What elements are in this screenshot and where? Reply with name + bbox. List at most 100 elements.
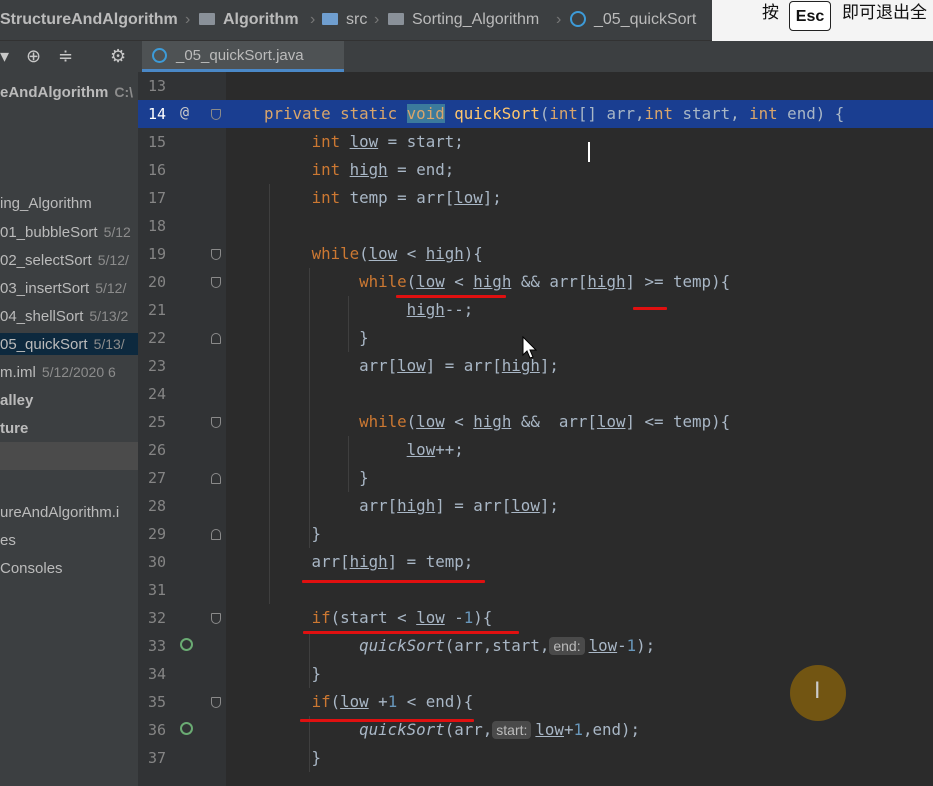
annotation-underline [396, 295, 506, 298]
code-line[interactable]: 32 if(start < low -1){ [138, 604, 933, 632]
breadcrumb-module[interactable]: Algorithm [223, 10, 299, 30]
line-number: 24 [147, 385, 166, 403]
code-line[interactable]: 30 arr[high] = temp; [138, 548, 933, 576]
fullscreen-exit-hint: 按 Esc 即可退出全 [712, 0, 933, 41]
tree-item-label: es [0, 532, 16, 549]
line-number: 19 [147, 245, 166, 263]
code-line-current[interactable]: 14 @ private static void quickSort(int[] a… [138, 100, 933, 128]
fold-end-icon[interactable] [211, 473, 221, 484]
line-number: 16 [147, 161, 166, 179]
override-marker-icon[interactable]: @ [180, 103, 189, 121]
tree-hover-row[interactable] [0, 442, 138, 470]
code-text: arr[high] = arr[low]; [264, 496, 559, 515]
breadcrumb-src[interactable]: src [346, 10, 367, 30]
fold-end-icon[interactable] [211, 529, 221, 540]
tree-item-date: 5/12/ [97, 252, 129, 268]
tree-item-date: 5/13/2 [89, 308, 129, 324]
line-number: 17 [147, 189, 166, 207]
breadcrumb-project[interactable]: StructureAndAlgorithm [0, 10, 178, 30]
recursive-call-icon[interactable] [180, 638, 193, 651]
code-editor[interactable]: _05_quickSort.java 13 14 @ private static … [138, 41, 933, 786]
line-number: 37 [147, 749, 166, 767]
code-line[interactable]: 31 [138, 576, 933, 604]
fold-icon[interactable] [211, 277, 221, 288]
code-line[interactable]: 26 low++; [138, 436, 933, 464]
recursive-call-icon[interactable] [180, 722, 193, 735]
tab-label: _05_quickSort.java [176, 47, 304, 64]
project-toolbar: ▾ ⊕ ≑ ⚙ [0, 41, 138, 71]
fold-icon[interactable] [211, 417, 221, 428]
code-text: if(start < low -1){ [311, 608, 493, 627]
code-line[interactable]: 20 while(low < high && arr[high] >= temp… [138, 268, 933, 296]
tree-item-quicksort[interactable]: 05_quickSort 5/13/ [0, 333, 138, 355]
breadcrumb-class[interactable]: _05_quickSort [594, 10, 696, 30]
param-hint-end: end: [549, 637, 585, 655]
code-line[interactable]: 21 high--; [138, 296, 933, 324]
module-folder-icon [199, 13, 215, 25]
code-text: int temp = arr[low]; [311, 188, 502, 207]
locate-target-icon[interactable]: ⊕ [26, 45, 41, 67]
tree-item-date: 5/12 [103, 224, 131, 240]
tree-item-external-libraries[interactable]: es [0, 530, 16, 552]
tree-item-bubblesort[interactable]: 01_bubbleSort 5/12 [0, 221, 131, 243]
tree-item-insertsort[interactable]: 03_insertSort 5/12/ [0, 277, 126, 299]
tree-item-shellsort[interactable]: 04_shellSort 5/13/2 [0, 305, 128, 327]
tree-item-label: alley [0, 392, 34, 409]
fold-icon[interactable] [211, 697, 221, 708]
code-line[interactable]: 24 [138, 380, 933, 408]
tree-item-selectsort[interactable]: 02_selectSort 5/12/ [0, 249, 129, 271]
text-cursor-icon: Ⅰ [814, 679, 821, 704]
param-hint-start: start: [492, 721, 532, 739]
tab-quicksort-java[interactable]: _05_quickSort.java [142, 41, 344, 72]
tree-item-project-iml[interactable]: ureAndAlgorithm.i [0, 502, 119, 524]
gear-icon[interactable]: ⚙ [110, 45, 126, 67]
code-text: while(low < high){ [311, 244, 483, 263]
fold-end-icon[interactable] [211, 333, 221, 344]
breadcrumb-package[interactable]: Sorting_Algorithm [412, 10, 539, 30]
code-text: quickSort(arr,start, end: low-1); [359, 636, 656, 655]
fold-icon[interactable] [211, 249, 221, 260]
tree-item-label: ing_Algorithm [0, 195, 92, 212]
code-line[interactable]: 16 int high = end; [138, 156, 933, 184]
line-number: 20 [147, 273, 166, 291]
chevron-right-icon: › [374, 11, 380, 28]
tree-item-iml[interactable]: m.iml 5/12/2020 6 [0, 361, 116, 383]
code-text: while(low < high && arr[low] <= temp){ [359, 412, 731, 431]
dropdown-arrow-icon[interactable]: ▾ [0, 45, 9, 67]
java-class-icon [152, 48, 167, 63]
collapse-all-icon[interactable]: ≑ [58, 45, 73, 67]
chevron-right-icon: › [310, 11, 316, 28]
code-text: } [264, 664, 322, 683]
line-number: 30 [147, 553, 166, 571]
code-line[interactable]: 19 while(low < high){ [138, 240, 933, 268]
code-text: while(low < high && arr[high] >= temp){ [359, 272, 731, 291]
annotation-underline [633, 307, 667, 310]
code-text: if(low +1 < end){ [311, 692, 474, 711]
fold-icon[interactable] [211, 109, 221, 120]
tree-root[interactable]: eAndAlgorithm C:\ [0, 81, 133, 103]
code-text: } [264, 328, 369, 347]
tree-item-structure[interactable]: ture [0, 418, 28, 440]
code-line[interactable]: 27 } [138, 464, 933, 492]
fold-icon[interactable] [211, 613, 221, 624]
code-line[interactable]: 37 } [138, 744, 933, 772]
cursor-highlight: Ⅰ [790, 665, 846, 721]
mouse-pointer-icon [522, 336, 538, 359]
line-number: 25 [147, 413, 166, 431]
tree-item-valley[interactable]: alley [0, 390, 33, 412]
code-line[interactable]: 25 while(low < high && arr[low] <= temp)… [138, 408, 933, 436]
code-line[interactable]: 18 [138, 212, 933, 240]
code-line[interactable]: 33 quickSort(arr,start, end: low-1); [138, 632, 933, 660]
code-line[interactable]: 13 [138, 72, 933, 100]
tree-item-sorting-algorithm[interactable]: ing_Algorithm [0, 193, 92, 215]
line-number: 31 [147, 581, 166, 599]
tree-item-scratches-consoles[interactable]: Consoles [0, 558, 63, 580]
code-line[interactable]: 17 int temp = arr[low]; [138, 184, 933, 212]
code-line[interactable]: 29 } [138, 520, 933, 548]
code-line[interactable]: 15 int low = start; [138, 128, 933, 156]
code-line[interactable]: 28 arr[high] = arr[low]; [138, 492, 933, 520]
code-text: high--; [406, 300, 474, 319]
project-panel: ▾ ⊕ ≑ ⚙ eAndAlgorithm C:\ ing_Algorithm 0… [0, 41, 138, 786]
tree-item-label: 05_quickSort [0, 336, 88, 353]
tree-item-label: ture [0, 420, 29, 437]
